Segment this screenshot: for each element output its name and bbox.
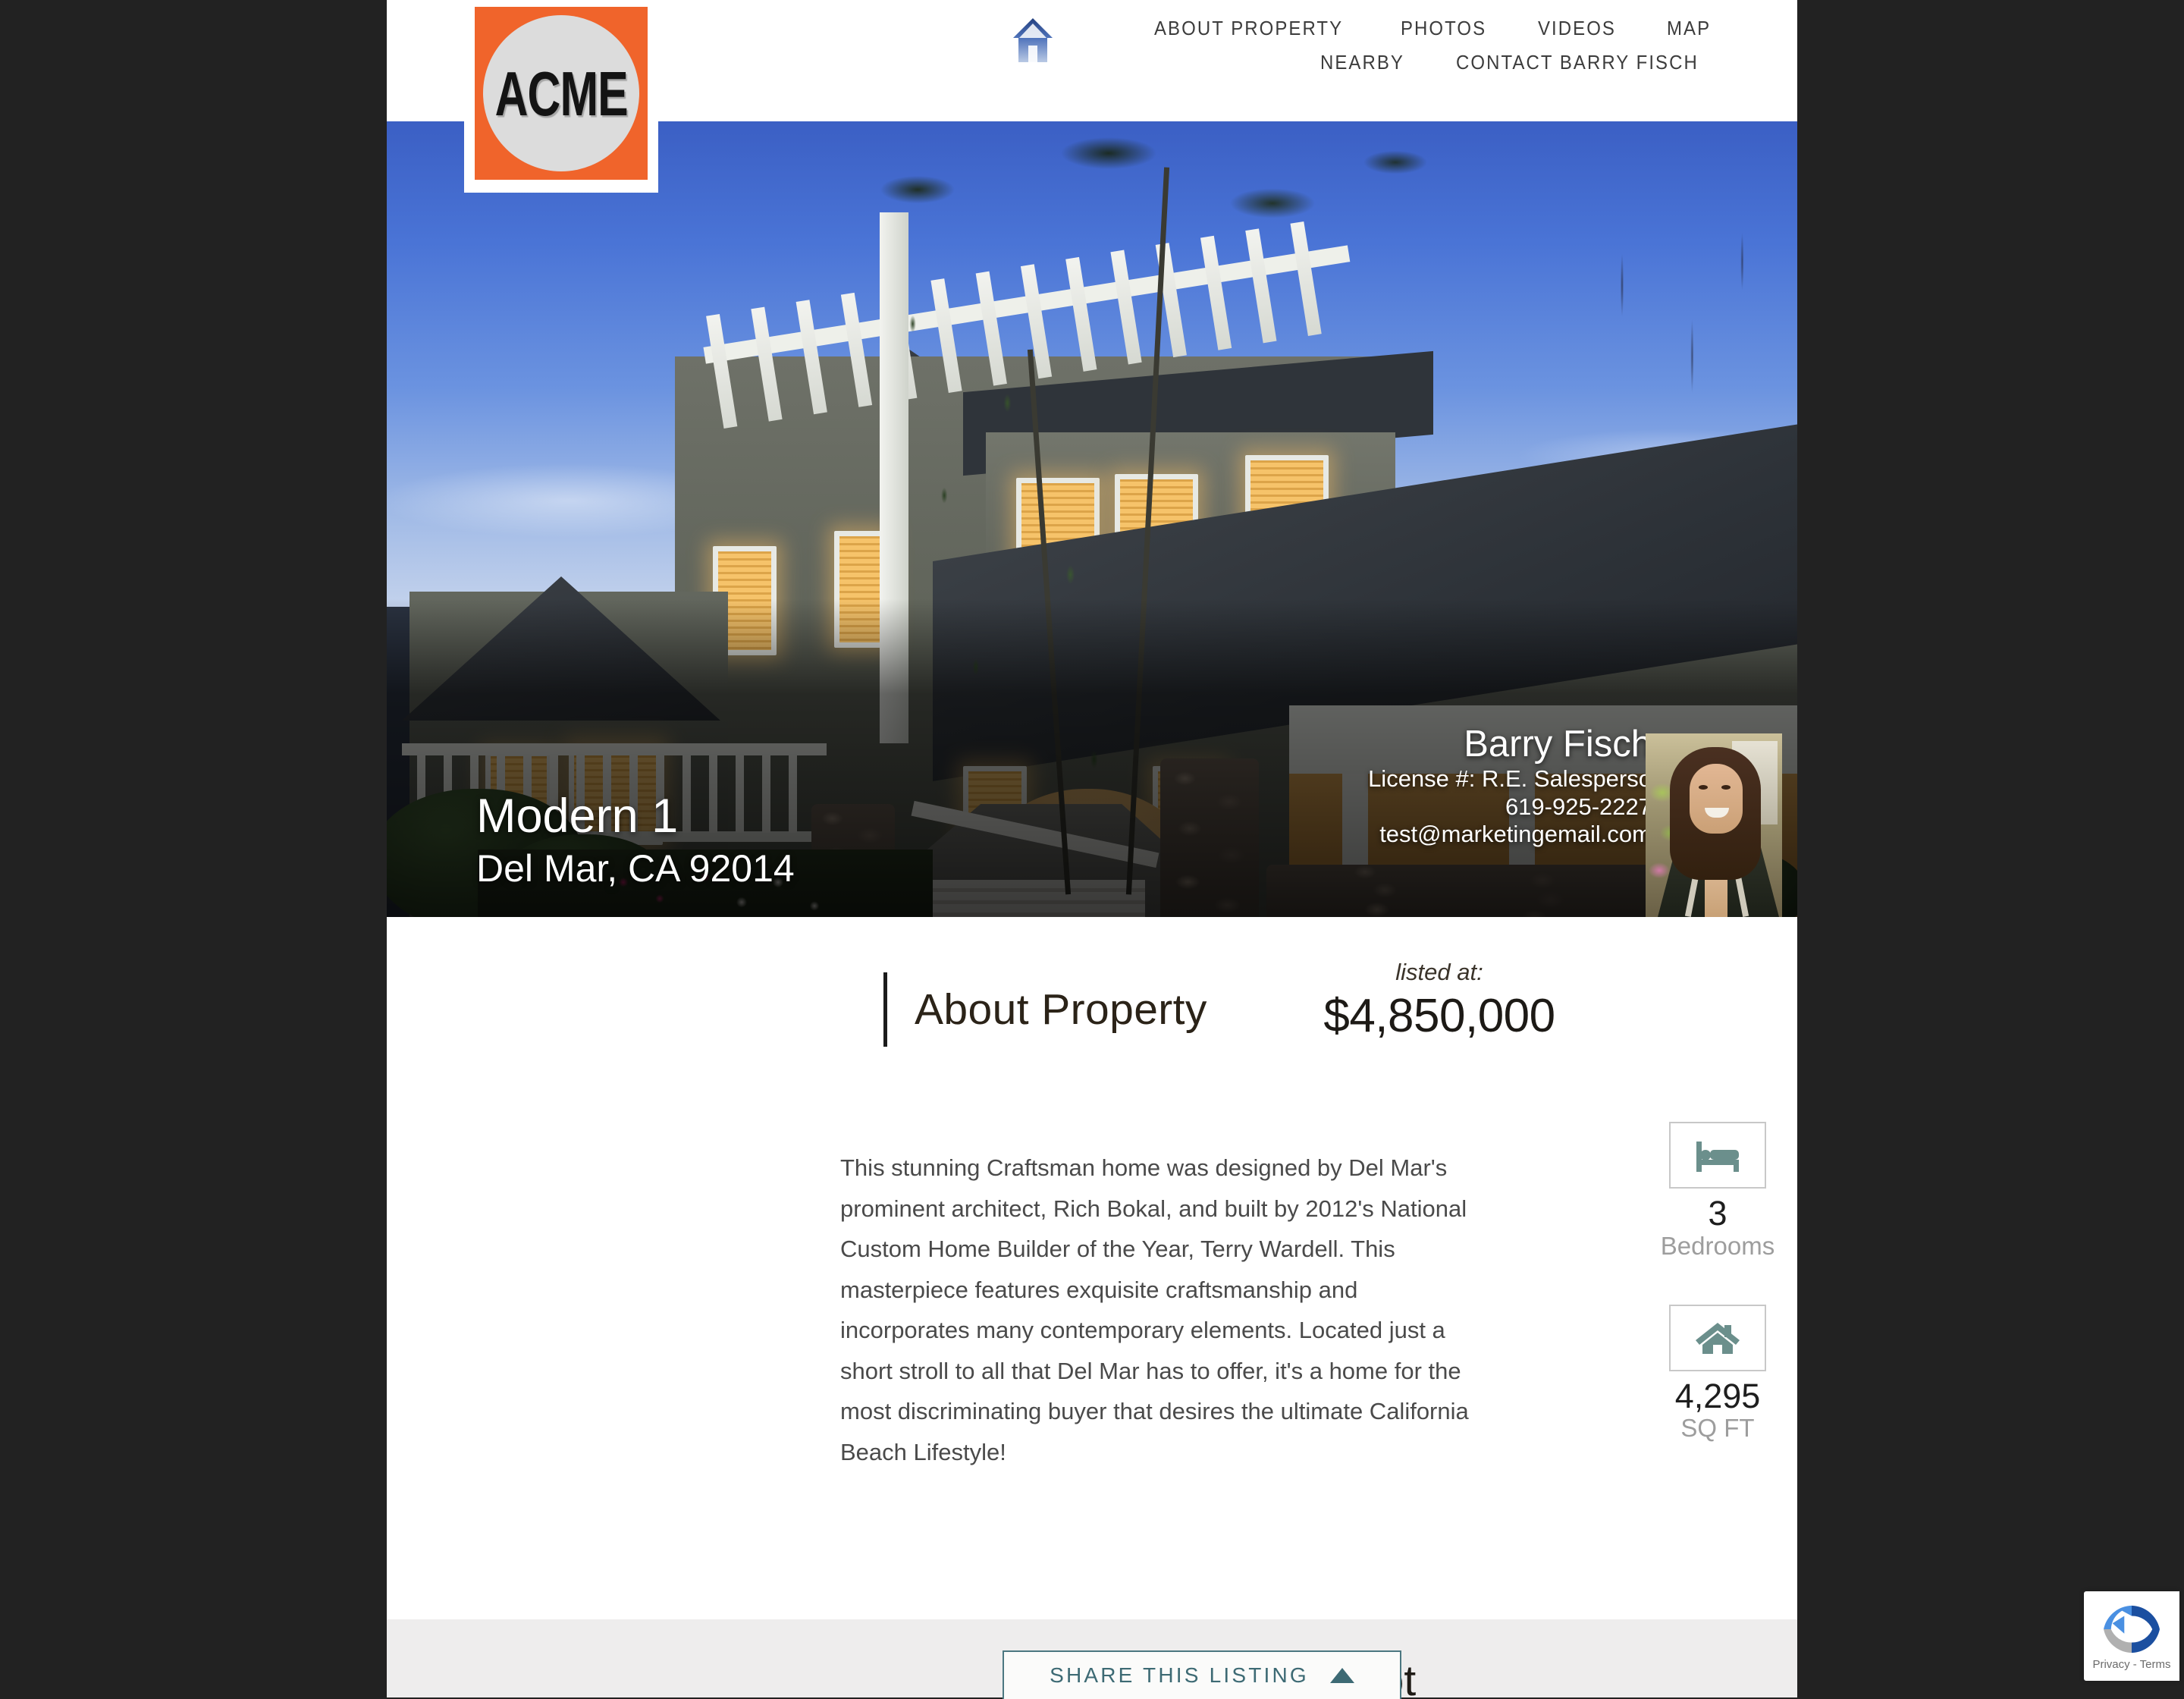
recaptcha-privacy-terms[interactable]: Privacy - Terms [2092, 1658, 2170, 1671]
nav-item-about-property[interactable]: ABOUT PROPERTY [1154, 19, 1343, 39]
stone-wall [1266, 865, 1661, 917]
share-listing-label: SHARE THIS LISTING [1050, 1663, 1309, 1687]
heading-accent-bar [883, 972, 887, 1047]
hero-title-block: Modern 1 Del Mar, CA 92014 [476, 790, 795, 890]
nav-row-primary: ABOUT PROPERTY PHOTOS VIDEOS MAP [1084, 19, 1714, 39]
nav-item-videos[interactable]: VIDEOS [1538, 19, 1616, 39]
agent-license: License #: R.E. Salesperso [1368, 765, 1652, 793]
page-title: About Property [915, 985, 1207, 1034]
nav-row-secondary: NEARBY CONTACT BARRY FISCH [1084, 53, 1714, 74]
nav-item-map[interactable]: MAP [1667, 19, 1711, 39]
stat-square-feet: 4,295 SQ FT [1600, 1304, 1797, 1444]
stat-bedrooms: 3 Bedrooms [1600, 1122, 1797, 1261]
house-icon [1669, 1304, 1766, 1371]
agent-name: Barry Fisch [1464, 723, 1652, 765]
recaptcha-badge[interactable]: Privacy - Terms [2084, 1591, 2179, 1681]
share-listing-button[interactable]: SHARE THIS LISTING [1003, 1650, 1401, 1699]
climbing-vine [842, 258, 1236, 917]
stat-value: 4,295 [1674, 1376, 1761, 1415]
price-block: listed at: $4,850,000 [1303, 959, 1576, 1043]
price-label: listed at: [1395, 959, 1483, 985]
stat-label: SQ FT [1680, 1414, 1755, 1443]
home-icon[interactable] [1010, 17, 1056, 64]
bed-icon [1669, 1122, 1766, 1189]
logo-text: ACME [494, 58, 628, 129]
hero-banner: Modern 1 Del Mar, CA 92014 Barry Fisch L… [387, 121, 1797, 917]
logo-square: ACME [475, 7, 648, 180]
nav-item-photos[interactable]: PHOTOS [1401, 19, 1486, 39]
about-property-section: About Property listed at: $4,850,000 Thi… [387, 917, 1797, 1619]
page-root: ABOUT PROPERTY PHOTOS VIDEOS MAP NEARBY … [0, 0, 2184, 1699]
primary-navigation: ABOUT PROPERTY PHOTOS VIDEOS MAP NEARBY … [660, 0, 1797, 121]
section-heading: About Property [883, 972, 1207, 1047]
stats-row-2: 4,295 SQ FT [1600, 1304, 1797, 1444]
agent-headshot [1646, 733, 1782, 917]
price-value: $4,850,000 [1323, 990, 1555, 1042]
property-title: Modern 1 [476, 789, 679, 843]
property-description: This stunning Craftsman home was designe… [840, 1154, 1469, 1465]
agent-phone[interactable]: 619-925-2227 [1368, 793, 1652, 821]
property-stats: 3 Bedrooms 4,295 SQ FT [1600, 1122, 1797, 1443]
stat-label: Bedrooms [1660, 1231, 1775, 1260]
site-logo[interactable]: ACME [464, 0, 658, 193]
recaptcha-icon [2104, 1605, 2160, 1653]
property-location: Del Mar, CA 92014 [476, 847, 795, 890]
nav-links: ABOUT PROPERTY PHOTOS VIDEOS MAP NEARBY … [1084, 19, 1714, 74]
bare-tree [1547, 167, 1797, 561]
stat-value: 3 [1708, 1194, 1727, 1233]
caret-up-icon [1329, 1668, 1354, 1683]
agent-email[interactable]: test@marketingemail.com [1368, 821, 1652, 849]
nav-item-contact-agent[interactable]: CONTACT BARRY FISCH [1456, 53, 1699, 74]
logo-circle: ACME [483, 15, 639, 171]
agent-info: Barry Fisch License #: R.E. Salesperso 6… [1368, 723, 1652, 849]
stats-row-1: 3 Bedrooms 4 [1600, 1122, 1797, 1261]
content-column: ABOUT PROPERTY PHOTOS VIDEOS MAP NEARBY … [387, 0, 1797, 1697]
nav-item-nearby[interactable]: NEARBY [1320, 53, 1404, 74]
